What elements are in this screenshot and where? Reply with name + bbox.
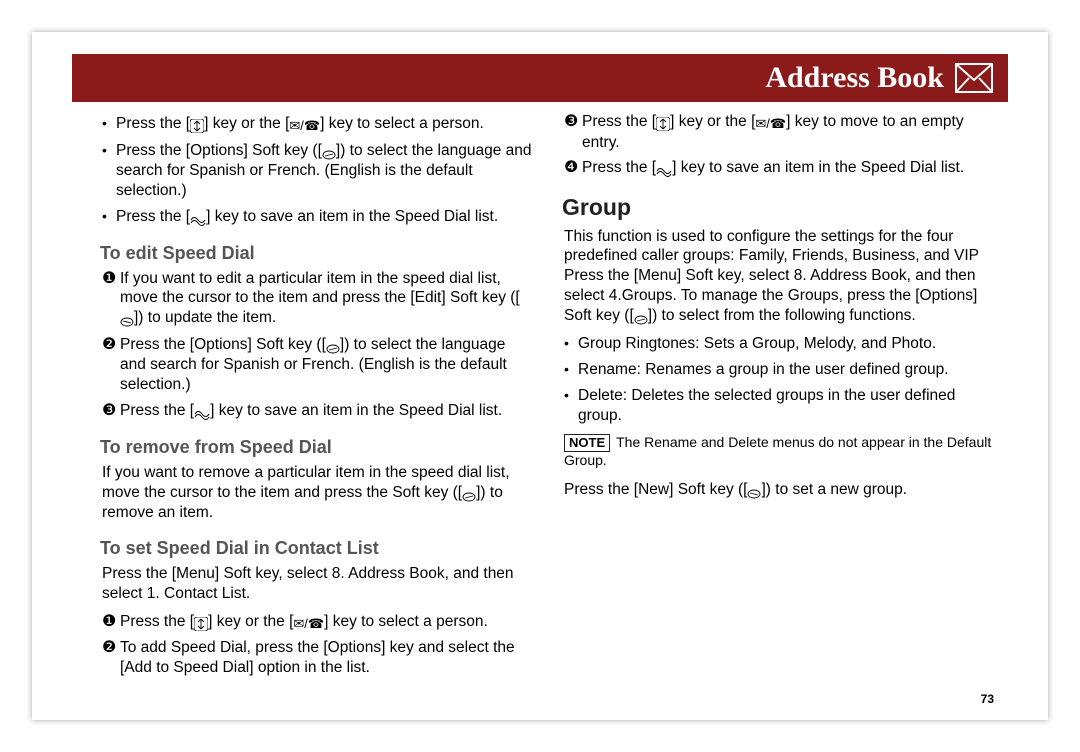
step-item: ❸ Press the [] key to save an item in th…	[102, 401, 532, 422]
bullet-item: • Rename: Renames a group in the user de…	[564, 360, 994, 380]
page-title: Address Book	[765, 54, 944, 102]
page-number: 73	[981, 692, 994, 706]
header-banner: Address Book	[72, 54, 1008, 102]
bullet-item: • Press the [] key to save an item in th…	[102, 207, 532, 228]
note-box: NOTEThe Rename and Delete menus do not a…	[564, 434, 994, 471]
step-number: ❶	[102, 612, 120, 632]
bullet-dot: •	[564, 386, 578, 404]
subheading-set-speed-dial: To set Speed Dial in Contact List	[100, 537, 532, 560]
step-number: ❷	[102, 335, 120, 355]
bullet-text: Delete: Deletes the selected groups in t…	[578, 386, 994, 426]
envelope-icon	[954, 60, 994, 96]
manual-page: Address Book • Press the [] key or the […	[32, 32, 1048, 720]
msgphone-icon: ✉/☎	[755, 116, 786, 133]
bullet-text: Group Ringtones: Sets a Group, Melody, a…	[578, 334, 994, 354]
wave-icon	[656, 162, 672, 179]
step-item: ❶ If you want to edit a particular item …	[102, 269, 532, 329]
bullet-item: • Press the [] key or the [✉/☎] key to s…	[102, 114, 532, 135]
paragraph: Press the [Menu] Soft key, select 8. Add…	[102, 564, 532, 604]
step-text: Press the [] key to save an item in the …	[582, 158, 994, 179]
bullet-dot: •	[564, 334, 578, 352]
step-text: Press the [] key or the [✉/☎] key to sel…	[120, 612, 532, 633]
updown-icon	[194, 616, 208, 633]
bullet-text: Press the [Options] Soft key ([]) to sel…	[116, 141, 532, 201]
subheading-remove-speed-dial: To remove from Speed Dial	[100, 436, 532, 459]
bullet-text: Rename: Renames a group in the user defi…	[578, 360, 994, 380]
step-text: To add Speed Dial, press the [Options] k…	[120, 638, 532, 678]
note-text: The Rename and Delete menus do not appea…	[564, 434, 991, 469]
softkey-icon	[326, 339, 340, 356]
msgphone-icon: ✉/☎	[293, 616, 324, 633]
paragraph: This function is used to configure the s…	[564, 227, 994, 327]
bullet-dot: •	[102, 114, 116, 132]
note-label: NOTE	[564, 434, 610, 453]
step-number: ❶	[102, 269, 120, 289]
step-number: ❹	[564, 158, 582, 178]
softkey-icon	[747, 484, 761, 501]
paragraph: Press the [New] Soft key ([]) to set a n…	[564, 480, 994, 501]
page-content: • Press the [] key or the [✉/☎] key to s…	[100, 112, 994, 694]
softkey-icon	[462, 487, 476, 504]
updown-icon	[190, 118, 204, 135]
bullet-text: Press the [] key to save an item in the …	[116, 207, 532, 228]
softkey-icon	[322, 145, 336, 162]
step-item: ❹ Press the [] key to save an item in th…	[564, 158, 994, 179]
bullet-item: • Delete: Deletes the selected groups in…	[564, 386, 994, 426]
step-item: ❷ Press the [Options] Soft key ([]) to s…	[102, 335, 532, 395]
step-text: If you want to edit a particular item in…	[120, 269, 532, 329]
step-item: ❸ Press the [] key or the [✉/☎] key to m…	[564, 112, 994, 152]
step-number: ❸	[564, 112, 582, 132]
paragraph: If you want to remove a particular item …	[102, 463, 532, 523]
step-number: ❸	[102, 401, 120, 421]
step-item: ❶ Press the [] key or the [✉/☎] key to s…	[102, 612, 532, 633]
step-number: ❷	[102, 638, 120, 658]
msgphone-icon: ✉/☎	[289, 118, 320, 135]
wave-icon	[190, 211, 206, 228]
softkey-icon	[634, 310, 648, 327]
bullet-dot: •	[564, 360, 578, 378]
subheading-edit-speed-dial: To edit Speed Dial	[100, 242, 532, 265]
bullet-text: Press the [] key or the [✉/☎] key to sel…	[116, 114, 532, 135]
step-text: Press the [] key to save an item in the …	[120, 401, 532, 422]
softkey-icon	[120, 312, 134, 329]
updown-icon	[656, 116, 670, 133]
bullet-dot: •	[102, 207, 116, 225]
step-text: Press the [Options] Soft key ([]) to sel…	[120, 335, 532, 395]
step-item: ❷ To add Speed Dial, press the [Options]…	[102, 638, 532, 678]
wave-icon	[194, 405, 210, 422]
bullet-dot: •	[102, 141, 116, 159]
bullet-item: • Group Ringtones: Sets a Group, Melody,…	[564, 334, 994, 354]
step-text: Press the [] key or the [✉/☎] key to mov…	[582, 112, 994, 152]
bullet-item: • Press the [Options] Soft key ([]) to s…	[102, 141, 532, 201]
section-heading-group: Group	[562, 193, 994, 222]
